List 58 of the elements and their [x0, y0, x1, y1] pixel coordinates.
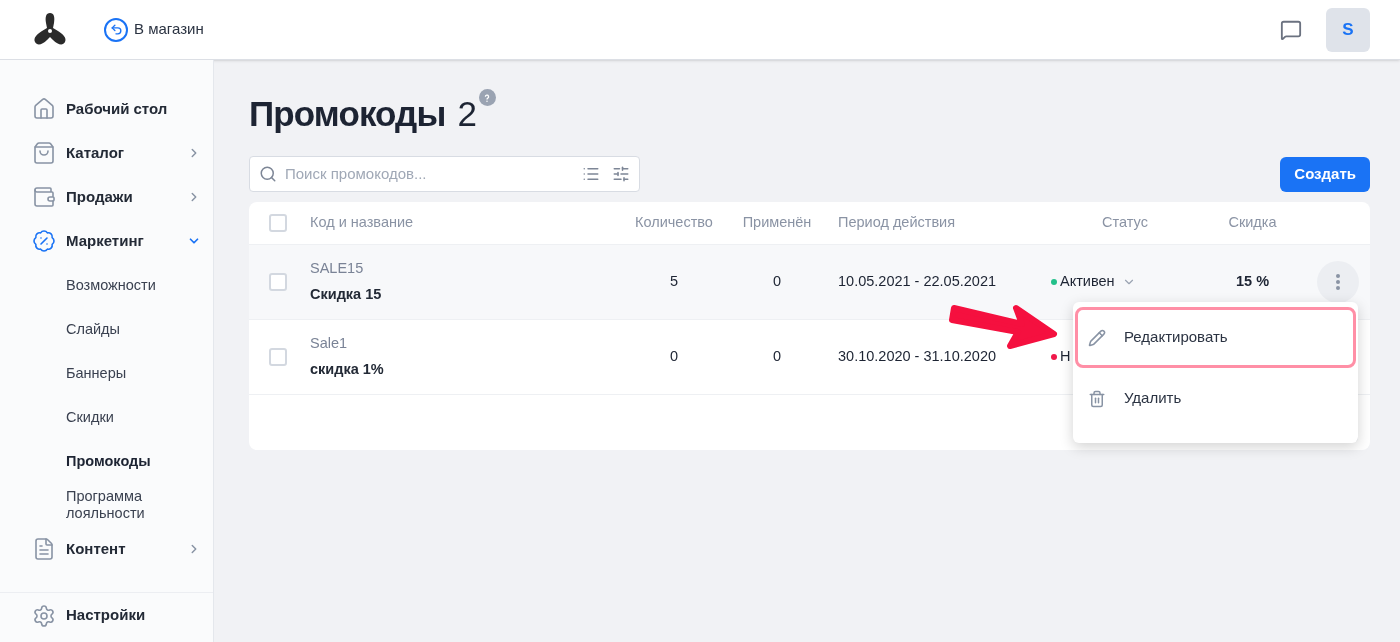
help-icon[interactable]: [478, 89, 496, 106]
document-icon: [32, 537, 56, 561]
column-header: Применён: [742, 213, 812, 233]
promo-name: Скидка 15: [310, 285, 383, 304]
table-cell-text: 10.05.2021 - 22.05.2021: [837, 272, 998, 292]
table-cell-text: 0: [772, 347, 782, 367]
column-header: Период действия: [837, 213, 956, 233]
column-header: Количество: [635, 213, 713, 233]
checkbox[interactable]: [269, 273, 287, 291]
back-to-store-link[interactable]: В магазин: [104, 17, 204, 42]
table-cell-text: 5: [669, 272, 679, 292]
sidebar-item[interactable]: Контент: [0, 527, 213, 571]
status-label[interactable]: Н: [1060, 346, 1071, 368]
bag-icon: [32, 141, 56, 165]
promo-code: SALE15: [310, 259, 365, 279]
wallet-icon: [32, 185, 56, 209]
sidebar-item[interactable]: Рабочий стол: [0, 87, 213, 131]
column-header: Статус: [1102, 213, 1148, 233]
table-cell-text: 0: [669, 347, 679, 367]
home-icon: [32, 97, 56, 121]
promo-name: скидка 1%: [310, 360, 385, 379]
percent-icon: [32, 229, 56, 253]
page-title: Промокоды: [249, 93, 446, 135]
search-icon: [259, 165, 277, 183]
table-cell-text: 30.10.2020 - 31.10.2020: [837, 347, 998, 367]
pencil-icon: [1088, 328, 1106, 347]
menu-item[interactable]: Редактировать: [1075, 307, 1356, 368]
chat-icon[interactable]: [1280, 18, 1302, 41]
item-count: 2: [457, 93, 477, 135]
column-header: Код и название: [310, 213, 414, 233]
submenu-item[interactable]: Возможности: [0, 263, 213, 307]
checkbox[interactable]: [269, 348, 287, 366]
sidebar-item[interactable]: Настройки: [0, 592, 213, 638]
sidebar-item[interactable]: Маркетинг: [0, 219, 213, 263]
back-icon: [104, 17, 128, 42]
column-header: Скидка: [1228, 213, 1277, 233]
submenu-item[interactable]: Скидки: [0, 395, 213, 439]
submenu-item[interactable]: Программа лояльности: [0, 483, 213, 527]
search-field[interactable]: Поиск промокодов...: [249, 156, 640, 192]
filter-icon[interactable]: [612, 165, 630, 183]
sidebar-item[interactable]: Каталог: [0, 131, 213, 175]
search-input[interactable]: Поиск промокодов...: [285, 162, 582, 186]
discount-cell-text: 15 %: [1235, 272, 1270, 292]
status-label[interactable]: Активен: [1060, 271, 1115, 293]
trash-icon: [1088, 389, 1106, 408]
submenu-item[interactable]: Промокоды: [0, 439, 213, 483]
checkbox[interactable]: [269, 214, 287, 232]
submenu-item[interactable]: Баннеры: [0, 351, 213, 395]
submenu-item[interactable]: Слайды: [0, 307, 213, 351]
table-row[interactable]: SALE15 Скидка 15 5 0 10.05.2021 - 22.05.2021 Активен 15 %: [249, 245, 1370, 320]
more-icon: [1335, 274, 1340, 290]
more-button[interactable]: [1316, 261, 1359, 303]
create-button[interactable]: Создать: [1280, 156, 1370, 192]
promo-code: Sale1: [310, 334, 349, 354]
table-cell-text: 0: [772, 272, 782, 292]
sidebar-item[interactable]: Продажи: [0, 175, 213, 219]
settings-icon: [32, 603, 56, 628]
list-icon[interactable]: [582, 165, 600, 183]
